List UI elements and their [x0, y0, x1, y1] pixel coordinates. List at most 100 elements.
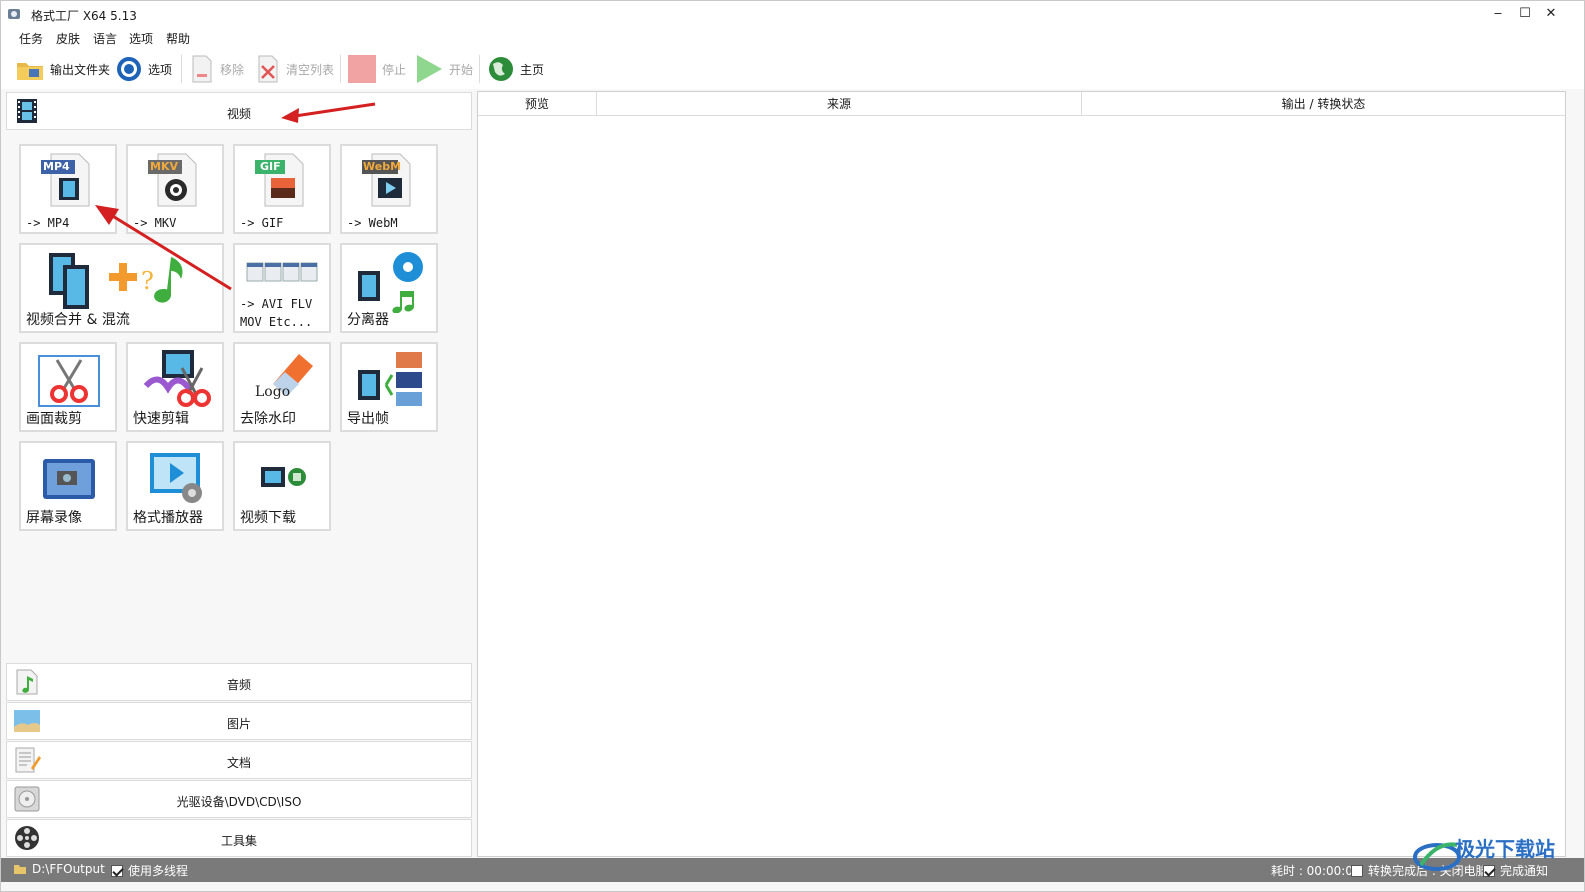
tool-crop-label: 画面裁剪: [26, 411, 82, 427]
tool-video-download-label: 视频下载: [240, 510, 296, 526]
gif-badge: GIF: [260, 160, 281, 173]
tool-other-formats-label-line1: -> AVI FLV: [240, 297, 313, 311]
merge-video-audio-icon: ?: [49, 253, 183, 309]
tool-splitter[interactable]: 分离器: [340, 243, 438, 333]
watermark-text: 极光下载站: [1455, 837, 1555, 861]
start-label: 开始: [449, 62, 474, 77]
multithread-option[interactable]: 使用多线程: [111, 862, 188, 879]
home-button[interactable]: 主页: [487, 53, 544, 85]
multithread-label: 使用多线程: [128, 864, 189, 878]
logo-text: Logo: [255, 384, 291, 400]
menu-language[interactable]: 语言: [93, 30, 117, 47]
quick-cut-icon: [143, 350, 211, 407]
category-tools-label: 工具集: [220, 834, 257, 848]
window-title: 格式工厂 X64 5.13: [31, 9, 137, 23]
menu-help[interactable]: 帮助: [166, 30, 190, 47]
splitter-icon: [358, 252, 423, 313]
tool-to-gif[interactable]: GIF -> GIF: [233, 144, 331, 234]
column-preview[interactable]: 预览: [478, 92, 597, 116]
tool-to-webm[interactable]: WebM -> WebM: [340, 144, 438, 234]
tool-video-merge[interactable]: ? 视频合并 & 混流: [19, 243, 224, 333]
category-document-label: 文档: [226, 756, 251, 770]
task-list[interactable]: 预览 来源 输出 / 转换状态: [477, 91, 1566, 857]
tool-export-frames[interactable]: 导出帧: [340, 342, 438, 432]
options-gear-icon: [117, 57, 141, 81]
close-button[interactable]: ✕: [1538, 3, 1564, 25]
tool-quick-cut-label: 快速剪辑: [133, 411, 189, 427]
app-window: 格式工厂 X64 5.13 ‒ ☐ ✕ 任务 皮肤 语言 选项 帮助 输出文件夹: [0, 0, 1585, 892]
menu-task[interactable]: 任务: [19, 30, 43, 47]
category-panel: 视频 MP4 -> MP4 MKV -> MKV GIF -> GIF WebM…: [4, 91, 472, 859]
tool-video-download[interactable]: 视频下载: [233, 441, 331, 531]
stop-label: 停止: [382, 62, 407, 77]
after-complete-checkbox[interactable]: [1351, 864, 1363, 877]
clear-list-button[interactable]: 清空列表: [255, 53, 334, 85]
site-watermark: 极光下载站: [1411, 831, 1571, 881]
svg-text:?: ?: [141, 267, 154, 295]
toolbar-separator: [340, 55, 341, 83]
output-folder-label: 输出文件夹: [50, 62, 111, 77]
elapsed-time: 耗时 : 00:00:00: [1271, 862, 1361, 879]
category-disc-label: 光驱设备\DVD\CD\ISO: [176, 795, 302, 809]
crop-scissors-icon: [38, 355, 100, 407]
category-tools[interactable]: 工具集: [6, 819, 472, 857]
category-video[interactable]: 视频: [6, 92, 472, 130]
tool-to-mp4[interactable]: MP4 -> MP4: [19, 144, 117, 234]
menu-options[interactable]: 选项: [129, 30, 153, 47]
toolbar-separator: [479, 55, 480, 83]
video-download-icon: [261, 467, 306, 487]
toolbar: 输出文件夹 选项 移除 清空列表 停止 开始 主页: [1, 49, 1584, 89]
play-icon: [417, 55, 442, 83]
category-disc[interactable]: 光驱设备\DVD\CD\ISO: [6, 780, 472, 818]
column-output-status[interactable]: 输出 / 转换状态: [1082, 92, 1565, 116]
start-button[interactable]: 开始: [414, 53, 473, 85]
tool-other-formats[interactable]: -> AVI FLV MOV Etc...: [233, 243, 331, 333]
tool-to-webm-label: -> WebM: [347, 216, 398, 230]
tool-screen-record-label: 屏幕录像: [26, 510, 82, 526]
tool-remove-watermark[interactable]: Logo 去除水印: [233, 342, 331, 432]
remove-document-icon: [192, 55, 212, 83]
remove-button[interactable]: 移除: [189, 53, 244, 85]
tool-quick-cut[interactable]: 快速剪辑: [126, 342, 224, 432]
clear-list-label: 清空列表: [286, 62, 335, 77]
category-image-label: 图片: [226, 717, 251, 731]
tool-player[interactable]: 格式播放器: [126, 441, 224, 531]
minimize-button[interactable]: ‒: [1485, 3, 1511, 25]
tool-crop[interactable]: 画面裁剪: [19, 342, 117, 432]
format-badges-icon: [246, 262, 318, 282]
elapsed-time-text: 耗时 : 00:00:00: [1271, 864, 1361, 878]
options-button[interactable]: 选项: [115, 53, 172, 85]
column-source[interactable]: 来源: [597, 92, 1082, 116]
tool-video-merge-label: 视频合并 & 混流: [26, 312, 130, 328]
tool-to-mkv-label: -> MKV: [133, 216, 177, 230]
tool-to-mkv[interactable]: MKV -> MKV: [126, 144, 224, 234]
status-bar: D:\FFOutput 使用多线程 耗时 : 00:00:00 转换完成后 : …: [1, 858, 1584, 882]
screen-record-icon: [43, 459, 95, 499]
folder-icon: [17, 63, 43, 80]
options-label: 选项: [148, 62, 173, 77]
tool-to-gif-label: -> GIF: [240, 216, 284, 230]
webm-badge: WebM: [363, 160, 402, 173]
player-icon: [150, 453, 202, 503]
folder-icon: [14, 865, 26, 874]
home-label: 主页: [520, 62, 545, 77]
mkv-badge: MKV: [150, 160, 178, 173]
category-audio[interactable]: 音频: [6, 663, 472, 701]
category-audio-label: 音频: [226, 678, 251, 692]
menu-skin[interactable]: 皮肤: [56, 30, 80, 47]
app-logo-icon: [8, 9, 20, 19]
tool-to-mp4-label: -> MP4: [26, 216, 70, 230]
maximize-button[interactable]: ☐: [1512, 3, 1538, 25]
category-video-label: 视频: [226, 107, 251, 121]
watermark-logo-icon: [1413, 842, 1461, 871]
category-document[interactable]: 文档: [6, 741, 472, 779]
multithread-checkbox[interactable]: [111, 864, 123, 877]
mp4-badge: MP4: [43, 160, 70, 173]
output-folder-button[interactable]: 输出文件夹: [15, 53, 110, 85]
stop-button[interactable]: 停止: [347, 53, 406, 85]
stop-icon: [348, 55, 376, 83]
output-path[interactable]: D:\FFOutput: [13, 862, 105, 876]
clear-list-icon: [258, 55, 278, 83]
category-image[interactable]: 图片: [6, 702, 472, 740]
tool-screen-record[interactable]: 屏幕录像: [19, 441, 117, 531]
